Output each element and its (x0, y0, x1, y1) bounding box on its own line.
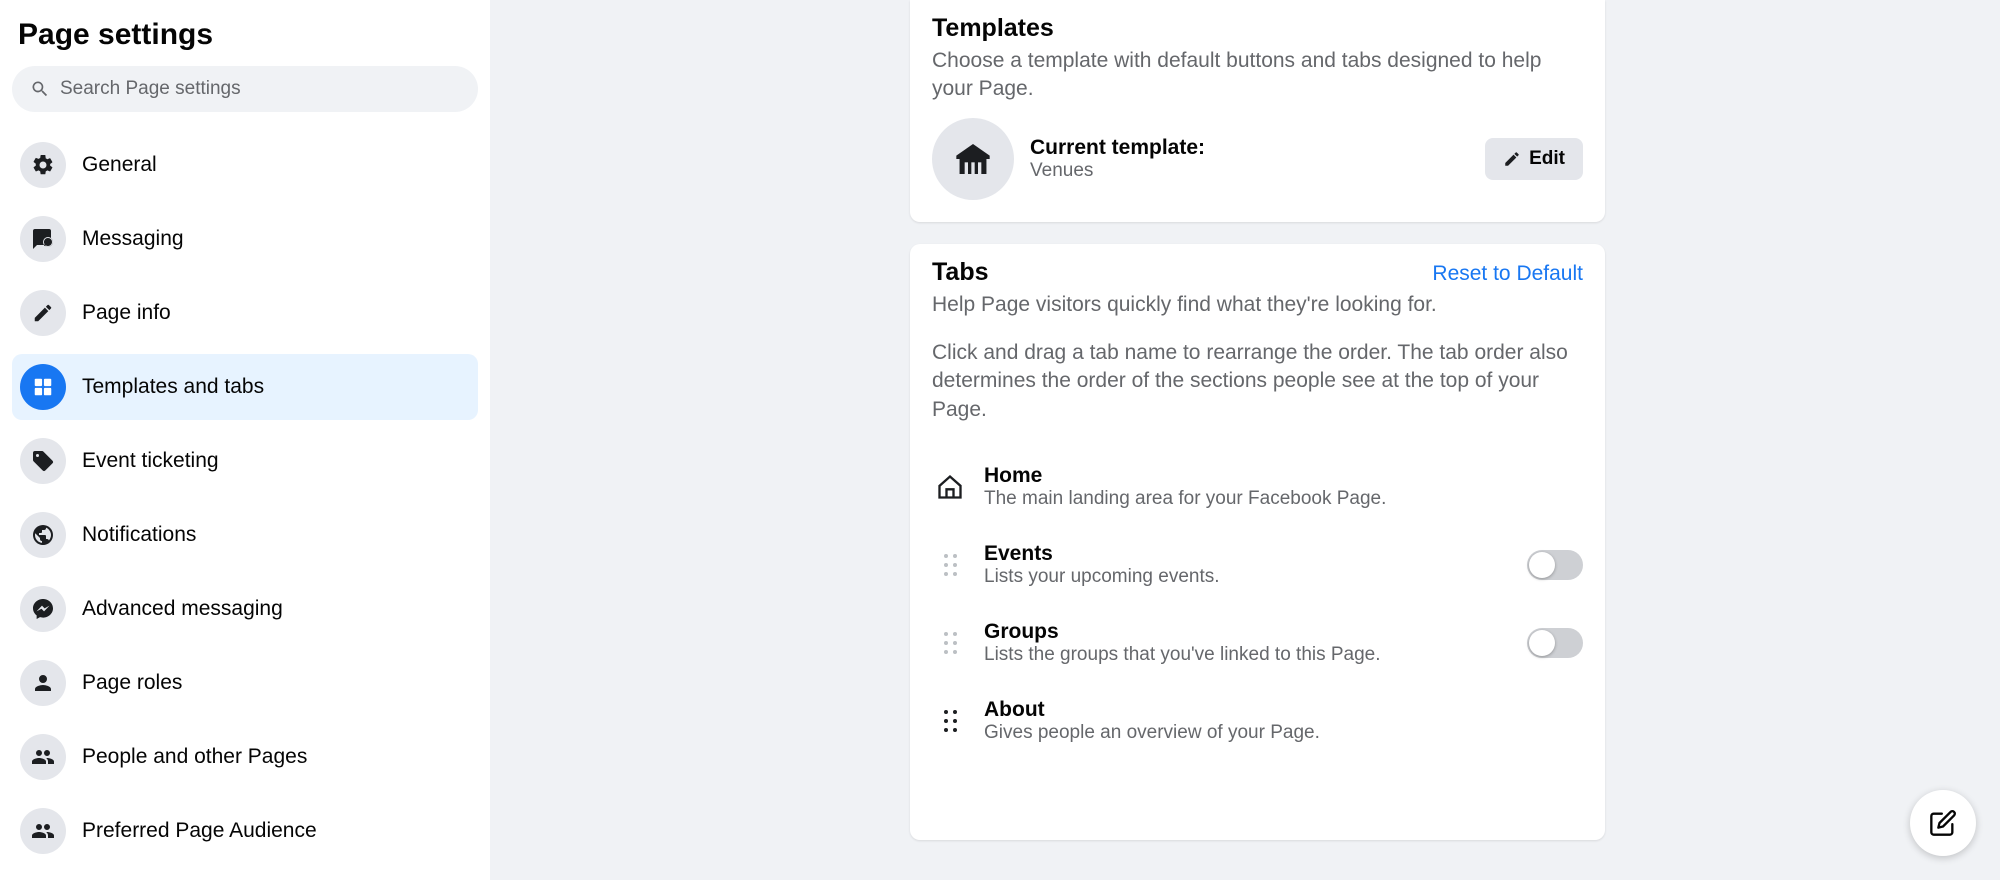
sidebar: Page settings General Messaging Page inf… (0, 0, 490, 880)
tabs-title: Tabs (932, 258, 989, 287)
person-icon (20, 660, 66, 706)
tab-row-events[interactable]: Events Lists your upcoming events. (932, 526, 1583, 604)
toggle-groups[interactable] (1527, 628, 1583, 658)
nav-item-messaging[interactable]: Messaging (12, 206, 478, 272)
current-template-label: Current template: (1030, 136, 1469, 160)
nav-label: Advanced messaging (82, 597, 283, 621)
nav-item-preferred-audience[interactable]: Preferred Page Audience (12, 798, 478, 864)
people-icon (20, 808, 66, 854)
nav-label: People and other Pages (82, 745, 307, 769)
reset-default-link[interactable]: Reset to Default (1432, 262, 1583, 286)
nav-item-templates-tabs[interactable]: Templates and tabs (12, 354, 478, 420)
templates-subtitle: Choose a template with default buttons a… (932, 47, 1583, 104)
globe-icon (20, 512, 66, 558)
tab-title: Home (984, 464, 1583, 488)
nav-label: Templates and tabs (82, 375, 264, 399)
chat-icon (20, 216, 66, 262)
search-container[interactable] (12, 66, 478, 112)
nav-label: Page roles (82, 671, 182, 695)
nav-item-notifications[interactable]: Notifications (12, 502, 478, 568)
drag-handle-icon[interactable] (932, 710, 968, 732)
edit-template-button[interactable]: Edit (1485, 138, 1583, 180)
nav-item-page-roles[interactable]: Page roles (12, 650, 478, 716)
tab-row-home: Home The main landing area for your Face… (932, 448, 1583, 526)
drag-handle-icon[interactable] (932, 632, 968, 654)
nav-label: General (82, 153, 157, 177)
search-icon (30, 79, 50, 99)
compose-fab[interactable] (1910, 790, 1976, 856)
tab-title: Events (984, 542, 1511, 566)
pencil-icon (1503, 150, 1521, 168)
tab-description: The main landing area for your Facebook … (984, 488, 1583, 510)
tab-title: About (984, 698, 1583, 722)
tab-description: Lists your upcoming events. (984, 566, 1511, 588)
pencil-icon (20, 290, 66, 336)
tab-row-about[interactable]: About Gives people an overview of your P… (932, 682, 1583, 760)
tabs-card: Tabs Reset to Default Help Page visitors… (910, 244, 1605, 840)
templates-title: Templates (932, 14, 1583, 43)
nav-label: Event ticketing (82, 449, 219, 473)
nav-list: General Messaging Page info Templates an… (12, 132, 478, 864)
tab-row-groups[interactable]: Groups Lists the groups that you've link… (932, 604, 1583, 682)
messenger-icon (20, 586, 66, 632)
nav-item-event-ticketing[interactable]: Event ticketing (12, 428, 478, 494)
search-input[interactable] (60, 78, 460, 100)
grid-icon (20, 364, 66, 410)
toggle-events[interactable] (1527, 550, 1583, 580)
nav-label: Preferred Page Audience (82, 819, 317, 843)
page-title: Page settings (12, 0, 478, 66)
tabs-subtitle: Help Page visitors quickly find what the… (932, 291, 1583, 319)
home-icon (932, 473, 968, 501)
drag-handle-icon[interactable] (932, 554, 968, 576)
ticket-icon (20, 438, 66, 484)
edit-button-label: Edit (1529, 148, 1565, 170)
nav-item-advanced-messaging[interactable]: Advanced messaging (12, 576, 478, 642)
tab-description: Lists the groups that you've linked to t… (984, 644, 1511, 666)
tabs-instructions: Click and drag a tab name to rearrange t… (932, 339, 1583, 424)
nav-item-general[interactable]: General (12, 132, 478, 198)
gear-icon (20, 142, 66, 188)
nav-label: Messaging (82, 227, 184, 251)
nav-item-people-pages[interactable]: People and other Pages (12, 724, 478, 790)
venue-icon (932, 118, 1014, 200)
current-template-value: Venues (1030, 160, 1469, 182)
templates-card: Templates Choose a template with default… (910, 0, 1605, 222)
main-content: Templates Choose a template with default… (490, 0, 2000, 880)
nav-item-page-info[interactable]: Page info (12, 280, 478, 346)
nav-label: Notifications (82, 523, 196, 547)
compose-icon (1929, 809, 1957, 837)
current-template-row: Current template: Venues Edit (932, 118, 1583, 200)
people-icon (20, 734, 66, 780)
tab-title: Groups (984, 620, 1511, 644)
nav-label: Page info (82, 301, 171, 325)
tab-description: Gives people an overview of your Page. (984, 722, 1583, 744)
